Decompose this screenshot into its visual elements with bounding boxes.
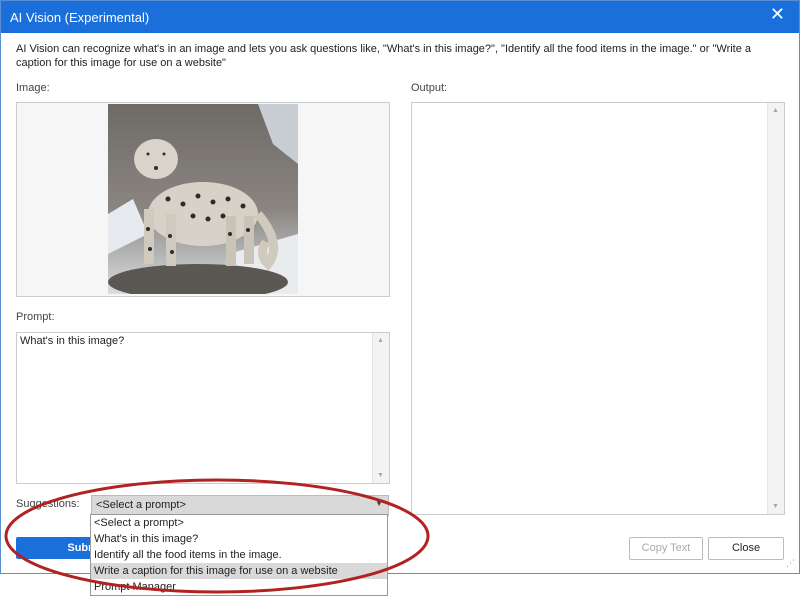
suggestions-label: Suggestions:	[16, 498, 80, 510]
title-bar: AI Vision (Experimental) ✕	[1, 1, 799, 33]
output-scrollbar[interactable]: ▲ ▼	[767, 103, 784, 514]
description-text: AI Vision can recognize what's in an ima…	[16, 43, 752, 69]
suggestions-select[interactable]: <Select a prompt> ▼	[91, 495, 389, 516]
prompt-textarea[interactable]: What's in this image? ▲ ▼	[16, 332, 390, 484]
resize-grip-icon[interactable]: ⋰	[786, 558, 795, 569]
snow-leopard-photo	[108, 104, 298, 294]
scroll-down-icon[interactable]: ▼	[377, 472, 384, 479]
dropdown-option[interactable]: What's in this image?	[91, 531, 387, 547]
close-icon[interactable]: ✕	[770, 5, 785, 23]
prompt-scrollbar[interactable]: ▲ ▼	[372, 333, 389, 483]
dropdown-option-highlighted[interactable]: Write a caption for this image for use o…	[91, 563, 387, 579]
scroll-up-icon[interactable]: ▲	[772, 107, 779, 114]
close-button[interactable]: Close	[708, 537, 784, 560]
dropdown-option[interactable]: <Select a prompt>	[91, 515, 387, 531]
copy-text-button[interactable]: Copy Text	[629, 537, 703, 560]
dropdown-option[interactable]: Prompt Manager	[91, 579, 387, 595]
window-title: AI Vision (Experimental)	[10, 10, 150, 25]
chevron-down-icon[interactable]: ▼	[375, 499, 383, 508]
dropdown-option[interactable]: Identify all the food items in the image…	[91, 547, 387, 563]
prompt-value: What's in this image?	[20, 335, 125, 347]
output-label: Output:	[411, 82, 448, 94]
ai-vision-dialog: AI Vision (Experimental) ✕ AI Vision can…	[0, 0, 800, 574]
image-label: Image:	[16, 82, 50, 94]
prompt-label: Prompt:	[16, 311, 55, 323]
scroll-down-icon[interactable]: ▼	[772, 503, 779, 510]
scroll-up-icon[interactable]: ▲	[377, 337, 384, 344]
image-preview	[16, 102, 390, 297]
suggestions-selected-value: <Select a prompt>	[96, 499, 186, 511]
suggestions-dropdown-list: <Select a prompt> What's in this image? …	[90, 514, 388, 596]
output-textarea[interactable]: ▲ ▼	[411, 102, 785, 515]
